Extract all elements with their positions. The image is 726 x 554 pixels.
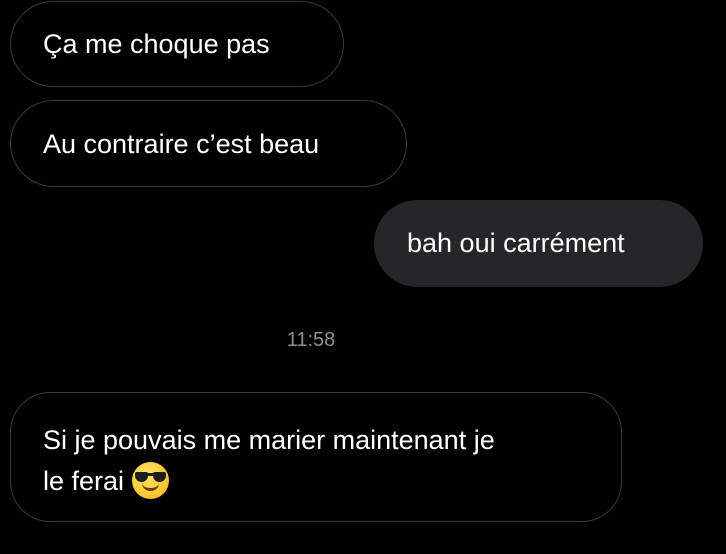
message-bubble-incoming[interactable]: Au contraire c’est beau xyxy=(10,100,407,187)
chat-screen: { "conversation": { "messages": [ { "dir… xyxy=(0,0,726,554)
message-bubble-outgoing[interactable]: bah oui carrément xyxy=(374,200,703,287)
message-text: le ferai xyxy=(43,466,125,496)
message-text: bah oui carrément xyxy=(407,228,625,258)
message-text-line-1: Si je pouvais me marier maintenant je xyxy=(43,425,495,455)
message-text: Ça me choque pas xyxy=(43,29,270,59)
smiling-face-with-sunglasses-icon xyxy=(132,462,170,499)
message-bubble-incoming[interactable]: Ça me choque pas xyxy=(10,1,344,87)
message-bubble-incoming[interactable]: Si je pouvais me marier maintenant je le… xyxy=(10,392,622,522)
message-text-line-2: le ferai xyxy=(43,461,621,502)
message-text: Au contraire c’est beau xyxy=(43,129,320,159)
message-timestamp: 11:58 xyxy=(286,329,336,351)
